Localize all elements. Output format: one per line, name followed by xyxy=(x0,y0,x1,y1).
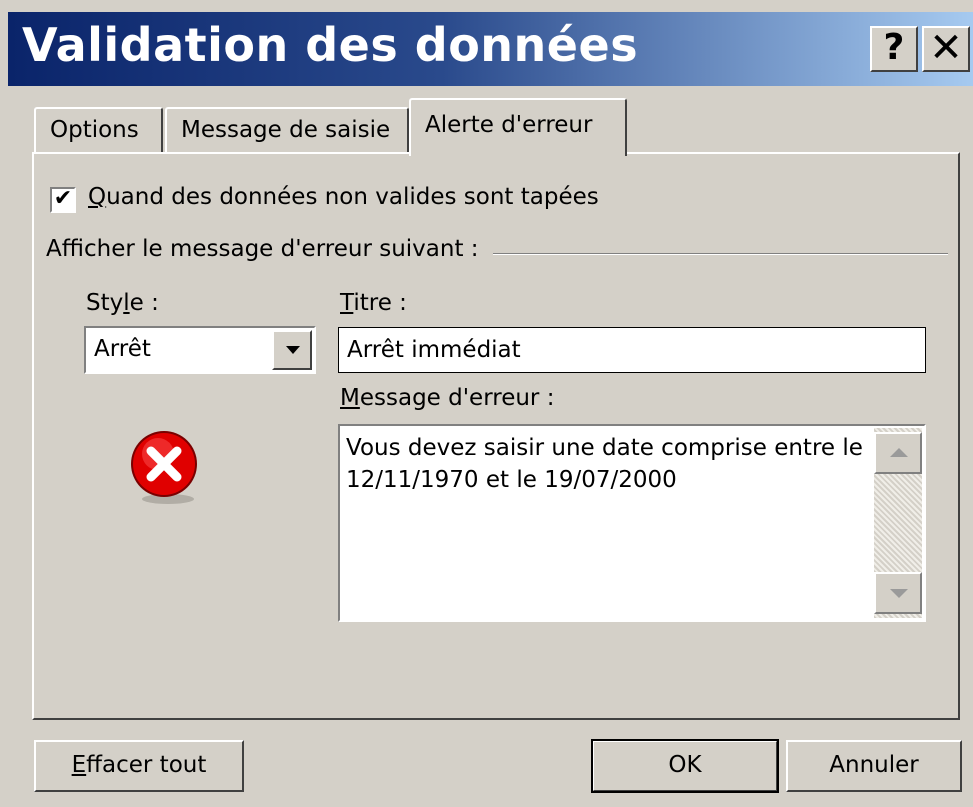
scroll-up-button[interactable] xyxy=(874,432,922,474)
vertical-scrollbar[interactable] xyxy=(874,428,922,618)
ok-button[interactable]: OK xyxy=(591,739,779,793)
data-validation-dialog: Validation des données ? ✕ Options Messa… xyxy=(0,0,973,807)
checkmark-icon: ✔ xyxy=(53,186,73,211)
show-alert-checkbox[interactable]: ✔ xyxy=(50,187,76,213)
error-message-text: Vous devez saisir une date comprise entr… xyxy=(346,435,863,493)
tab-error-alert[interactable]: Alerte d'erreur xyxy=(409,98,627,156)
clear-all-button[interactable]: Effacer tout xyxy=(34,740,244,792)
chevron-down-icon xyxy=(286,346,300,354)
show-alert-label[interactable]: Quand des données non valides sont tapée… xyxy=(88,184,599,210)
title-label: Titre : xyxy=(340,290,407,316)
title-input[interactable] xyxy=(338,327,926,373)
tab-input-message[interactable]: Message de saisie xyxy=(165,107,409,153)
title-bar: Validation des données ? ✕ xyxy=(8,12,973,86)
error-message-label: Message d'erreur : xyxy=(340,385,555,411)
section-label: Afficher le message d'erreur suivant : xyxy=(46,236,479,262)
arrow-down-icon xyxy=(890,589,908,598)
close-button[interactable]: ✕ xyxy=(922,26,970,72)
error-message-textarea[interactable]: Vous devez saisir une date comprise entr… xyxy=(338,424,926,622)
help-button[interactable]: ? xyxy=(870,26,918,72)
style-select-value: Arrêt xyxy=(94,336,151,362)
style-dropdown-button[interactable] xyxy=(272,330,312,370)
section-divider xyxy=(493,253,948,255)
arrow-up-icon xyxy=(890,448,908,457)
cancel-button[interactable]: Annuler xyxy=(786,740,962,792)
style-select[interactable]: Arrêt xyxy=(84,326,316,374)
error-stop-icon xyxy=(126,428,206,514)
window-title: Validation des données xyxy=(22,18,639,72)
scroll-down-button[interactable] xyxy=(874,572,922,614)
tab-options[interactable]: Options xyxy=(34,107,163,153)
style-label: Style : xyxy=(86,290,159,316)
